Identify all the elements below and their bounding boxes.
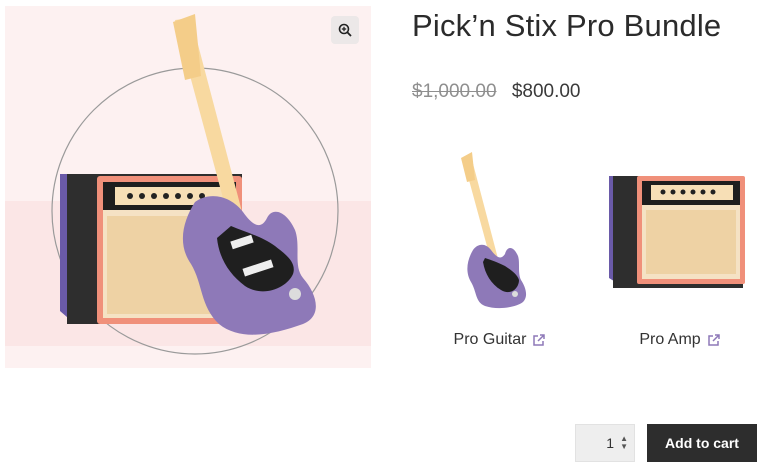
add-to-cart-button[interactable]: Add to cart xyxy=(647,424,757,462)
sale-price: $800.00 xyxy=(511,81,581,102)
quantity-value[interactable]: 1 xyxy=(606,435,614,451)
magnifier-plus-icon xyxy=(338,23,352,37)
zoom-button[interactable] xyxy=(331,16,359,44)
amp-link[interactable]: Pro Amp xyxy=(639,331,700,349)
external-link-icon[interactable] xyxy=(707,333,721,347)
amp-thumbnail[interactable] xyxy=(605,150,755,325)
guitar-amp-illustration xyxy=(51,14,339,355)
bundle-item-amp: Pro Amp xyxy=(605,150,755,349)
product-title: Pick’n Stix Pro Bundle xyxy=(412,8,722,43)
guitar-thumbnail[interactable] xyxy=(425,150,575,325)
product-main-image[interactable] xyxy=(5,6,371,368)
amp-image xyxy=(609,176,745,288)
guitar-caption: Pro Guitar xyxy=(425,331,575,349)
guitar-link[interactable]: Pro Guitar xyxy=(454,331,527,349)
external-link-icon[interactable] xyxy=(532,333,546,347)
quantity-spinner[interactable]: ▲ ▼ xyxy=(620,435,628,451)
regular-price: $1,000.00 xyxy=(412,81,497,102)
amp-caption: Pro Amp xyxy=(605,331,755,349)
guitar-image xyxy=(461,152,527,309)
product-price: $1,000.00 $800.00 xyxy=(412,81,581,103)
chevron-down-icon[interactable]: ▼ xyxy=(620,443,628,451)
quantity-stepper[interactable]: 1 ▲ ▼ xyxy=(575,424,635,462)
bundle-item-guitar: Pro Guitar xyxy=(425,150,575,349)
